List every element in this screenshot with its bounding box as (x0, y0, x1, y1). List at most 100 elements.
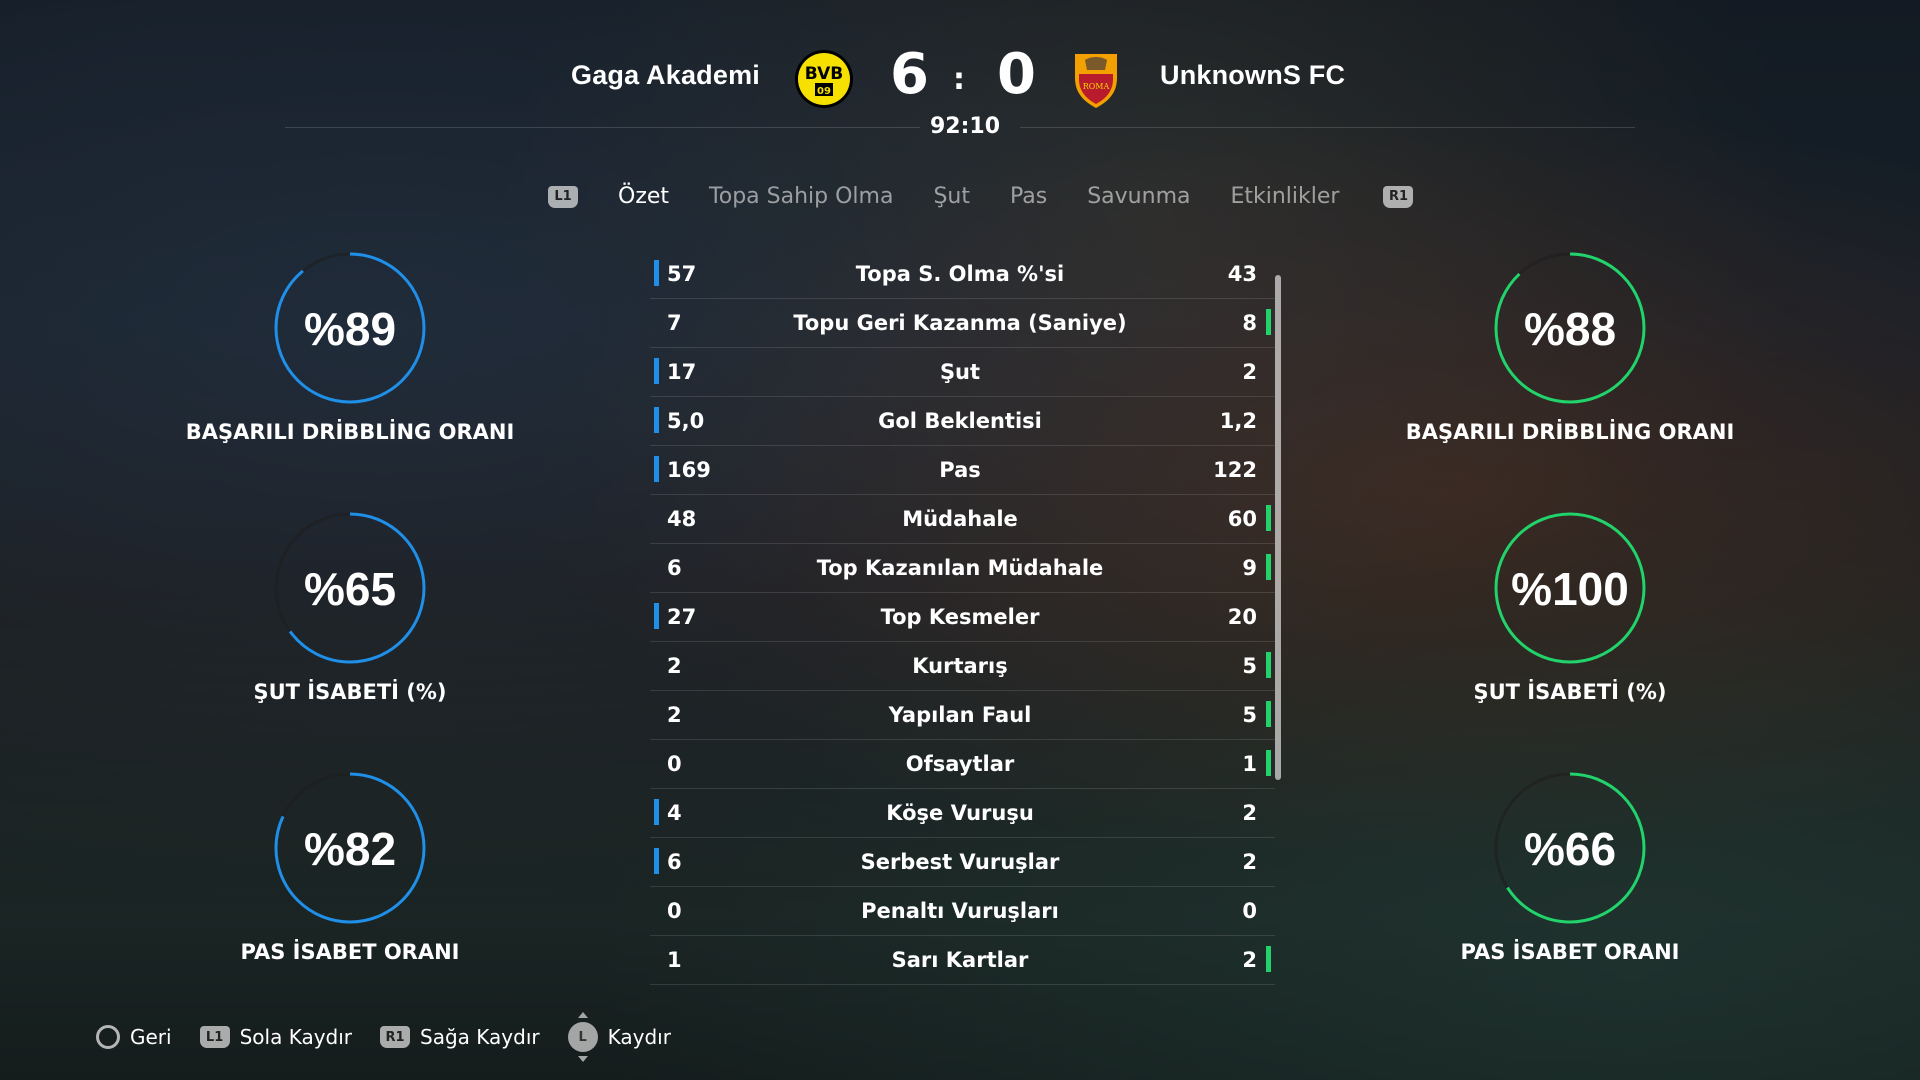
away-pass-accuracy-label: PAS İSABET ORANI (1460, 940, 1680, 964)
stat-label: Köşe Vuruşu (886, 801, 1034, 825)
stat-away-value: 60 (1227, 507, 1257, 531)
stat-label: Yapılan Faul (888, 703, 1032, 727)
stat-row: 1 Sarı Kartlar 2 (650, 936, 1275, 985)
stat-away-value: 5 (1242, 654, 1257, 678)
stat-away-value: 2 (1242, 948, 1257, 972)
stat-label: Top Kesmeler (880, 605, 1040, 629)
stat-row: 4 Köşe Vuruşu 2 (650, 789, 1275, 838)
tab-shooting[interactable]: Şut (933, 184, 970, 209)
away-dribble-ring: %88 BAŞARILI DRİBBLİNG ORANI (1390, 250, 1750, 444)
stat-away-value: 8 (1242, 311, 1257, 335)
home-dribble-percent: %89 (303, 303, 397, 355)
stat-away-value: 2 (1242, 850, 1257, 874)
circle-button-icon (96, 1025, 120, 1049)
stat-row: 2 Yapılan Faul 5 (650, 691, 1275, 740)
stat-label: Kurtarış (912, 654, 1008, 678)
stat-row: 169 Pas 122 (650, 446, 1275, 495)
left-stick-icon: L (567, 1012, 598, 1062)
away-shot-accuracy-label: ŞUT İSABETİ (%) (1473, 680, 1667, 704)
l1-button-badge[interactable]: L1 (548, 185, 578, 208)
scroll-right-hint[interactable]: R1 Sağa Kaydır (380, 1025, 540, 1049)
home-shot-accuracy-ring: %65 ŞUT İSABETİ (%) (170, 510, 530, 704)
r1-button-badge[interactable]: R1 (1383, 185, 1414, 208)
stat-label: Serbest Vuruşlar (860, 850, 1060, 874)
stat-row: 5,0 Gol Beklentisi 1,2 (650, 397, 1275, 446)
home-dribble-ring: %89 BAŞARILI DRİBBLİNG ORANI (170, 250, 530, 444)
stats-table[interactable]: 57 Topa S. Olma %'si 43 7 Topu Geri Kazanma … (650, 250, 1275, 985)
scroll-label: Kaydır (607, 1025, 671, 1049)
away-shot-accuracy-ring: %100 ŞUT İSABETİ (%) (1390, 510, 1750, 704)
stat-away-value: 2 (1242, 801, 1257, 825)
stat-label: Ofsaytlar (905, 752, 1015, 776)
stat-label: Top Kazanılan Müdahale (816, 556, 1104, 580)
home-shot-accuracy-label: ŞUT İSABETİ (%) (253, 680, 447, 704)
stat-away-value: 2 (1242, 360, 1257, 384)
stats-scrollbar[interactable] (1275, 275, 1281, 780)
stat-away-value: 1 (1242, 752, 1257, 776)
score-separator: : (953, 62, 965, 97)
tab-events[interactable]: Etkinlikler (1230, 184, 1339, 209)
header-divider-left (285, 127, 920, 128)
stat-label: Topu Geri Kazanma (Saniye) (793, 311, 1127, 335)
away-dribble-percent: %88 (1523, 303, 1617, 355)
stat-away-value: 122 (1213, 458, 1257, 482)
stat-row: 0 Ofsaytlar 1 (650, 740, 1275, 789)
tab-possession[interactable]: Topa Sahip Olma (709, 184, 893, 209)
back-label: Geri (130, 1025, 172, 1049)
home-pass-accuracy-ring: %82 PAS İSABET ORANI (170, 770, 530, 964)
back-hint[interactable]: Geri (96, 1025, 172, 1049)
away-pass-accuracy-percent: %66 (1523, 823, 1617, 875)
stat-label: Penaltı Vuruşları (861, 899, 1059, 923)
match-stats-screen: Gaga Akademi BVB 09 6 : 0 ROMA UnknownS … (0, 0, 1920, 1080)
tab-defending[interactable]: Savunma (1087, 184, 1190, 209)
home-team-name: Gaga Akademi (571, 60, 760, 90)
scroll-hint[interactable]: L Kaydır (567, 1012, 671, 1062)
away-crest-text: ROMA (1083, 82, 1110, 91)
stat-row: 57 Topa S. Olma %'si 43 (650, 250, 1275, 299)
stat-row: 7 Topu Geri Kazanma (Saniye) 8 (650, 299, 1275, 348)
stat-label: Müdahale (902, 507, 1018, 531)
stat-label: Şut (939, 360, 981, 384)
stat-away-value: 20 (1227, 605, 1257, 629)
tab-summary[interactable]: Özet (618, 184, 669, 209)
stat-label: Sarı Kartlar (891, 948, 1029, 972)
stat-away-value: 9 (1242, 556, 1257, 580)
stat-row: 27 Top Kesmeler 20 (650, 593, 1275, 642)
stat-away-value: 43 (1227, 262, 1257, 286)
scroll-right-label: Sağa Kaydır (420, 1025, 540, 1049)
home-crest-text: BVB (805, 64, 843, 84)
away-score: 0 (997, 42, 1036, 107)
away-shot-accuracy-percent: %100 (1511, 563, 1629, 615)
r1-button-icon: R1 (380, 1026, 411, 1048)
stat-label: Topa S. Olma %'si (855, 262, 1065, 286)
home-dribble-label: BAŞARILI DRİBBLİNG ORANI (185, 420, 515, 444)
stat-label: Pas (939, 458, 981, 482)
away-dribble-label: BAŞARILI DRİBBLİNG ORANI (1405, 420, 1735, 444)
tab-passing[interactable]: Pas (1010, 184, 1047, 209)
button-hints: Geri L1 Sola Kaydır R1 Sağa Kaydır L Kay… (96, 1012, 699, 1062)
home-pass-accuracy-percent: %82 (303, 823, 397, 875)
stat-row: 48 Müdahale 60 (650, 495, 1275, 544)
stat-row: 0 Penaltı Vuruşları 0 (650, 887, 1275, 936)
home-team-crest: BVB 09 (795, 50, 853, 108)
stats-tab-bar: L1 Özet Topa Sahip Olma Şut Pas Savunma … (548, 184, 1414, 209)
stat-row: 6 Serbest Vuruşlar 2 (650, 838, 1275, 887)
away-team-crest: ROMA (1075, 54, 1117, 108)
scroll-left-hint[interactable]: L1 Sola Kaydır (199, 1025, 353, 1049)
scroll-left-label: Sola Kaydır (239, 1025, 353, 1049)
stat-row: 2 Kurtarış 5 (650, 642, 1275, 691)
home-shot-accuracy-percent: %65 (303, 563, 397, 615)
away-pass-accuracy-ring: %66 PAS İSABET ORANI (1390, 770, 1750, 964)
home-pass-accuracy-label: PAS İSABET ORANI (240, 940, 460, 964)
stat-away-value: 5 (1242, 703, 1257, 727)
stat-label: Gol Beklentisi (878, 409, 1042, 433)
home-crest-year: 09 (817, 86, 831, 97)
stat-away-value: 1,2 (1219, 409, 1257, 433)
home-score: 6 (890, 42, 929, 107)
match-clock: 92:10 (930, 114, 1001, 139)
l1-button-icon: L1 (199, 1026, 230, 1048)
stat-away-value: 0 (1242, 899, 1257, 923)
stat-row: 6 Top Kazanılan Müdahale 9 (650, 544, 1275, 593)
stat-row: 17 Şut 2 (650, 348, 1275, 397)
away-team-name: UnknownS FC (1160, 60, 1346, 90)
